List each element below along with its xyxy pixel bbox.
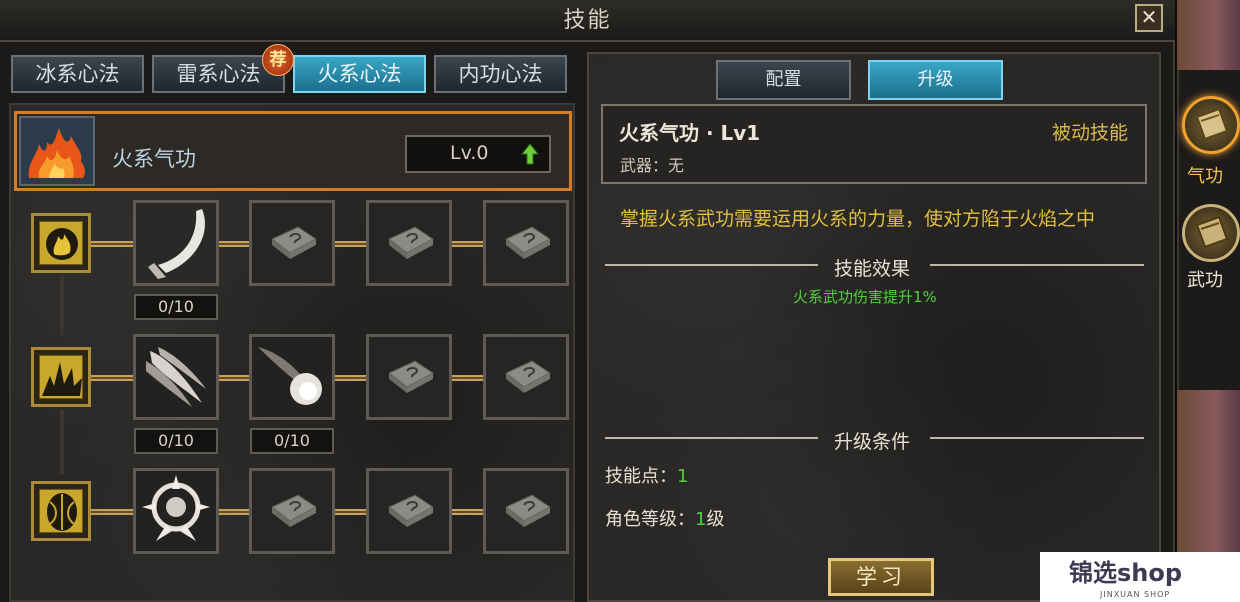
tree-connector-vertical bbox=[60, 410, 64, 475]
tab-upgrade[interactable]: 升级 bbox=[868, 60, 1003, 100]
shield-emblem-icon bbox=[31, 481, 91, 541]
tree-connector bbox=[219, 375, 249, 381]
title-bar: 技能 bbox=[0, 0, 1175, 42]
window-title: 技能 bbox=[563, 8, 612, 33]
side-tab-qigong[interactable] bbox=[1182, 96, 1240, 154]
section-divider bbox=[605, 437, 818, 439]
tree-connector-vertical bbox=[60, 275, 64, 335]
section-divider bbox=[930, 264, 1144, 266]
skill-level: Lv.0 bbox=[450, 142, 489, 164]
skill-points-counter: 0/10 bbox=[134, 428, 218, 454]
locked-book-icon[interactable] bbox=[249, 200, 335, 286]
recommend-badge: 荐 bbox=[262, 44, 294, 76]
requirement-value: 1 bbox=[695, 509, 707, 530]
flame-emblem-icon bbox=[31, 213, 91, 273]
fire-claw-skill-icon[interactable] bbox=[133, 334, 219, 420]
selected-skill-name: 火系气功 bbox=[112, 147, 196, 171]
close-button[interactable]: ✕ bbox=[1135, 4, 1163, 32]
locked-book-icon[interactable] bbox=[483, 200, 569, 286]
weapon-value: 无 bbox=[668, 156, 685, 175]
tab-fire-art[interactable]: 火系心法 bbox=[293, 55, 426, 93]
locked-book-icon[interactable] bbox=[483, 468, 569, 554]
tab-config[interactable]: 配置 bbox=[716, 60, 851, 100]
skill-description: 掌握火系武功需要运用火系的力量，使对方陷于火焰之中 bbox=[620, 208, 1096, 230]
requirement-label: 技能点： bbox=[605, 466, 677, 487]
requirements-section-title: 升级条件 bbox=[834, 431, 911, 453]
tree-connector bbox=[335, 241, 366, 247]
tree-connector bbox=[91, 375, 133, 381]
burst-rune-skill-icon[interactable] bbox=[133, 468, 219, 554]
tree-connector bbox=[91, 241, 133, 247]
tab-inner-art[interactable]: 内功心法 bbox=[434, 55, 567, 93]
effect-section-title: 技能效果 bbox=[834, 258, 911, 280]
learn-button[interactable]: 学习 bbox=[828, 558, 934, 596]
side-tab-label: 气功 bbox=[1187, 166, 1223, 187]
tree-connector bbox=[335, 375, 366, 381]
tab-ice-art[interactable]: 冰系心法 bbox=[11, 55, 144, 93]
locked-book-icon[interactable] bbox=[366, 200, 452, 286]
spike-emblem-icon bbox=[31, 347, 91, 407]
level-up-arrow-icon[interactable] bbox=[520, 143, 540, 165]
side-tab-label: 武功 bbox=[1187, 270, 1223, 291]
locked-book-icon[interactable] bbox=[366, 334, 452, 420]
tree-connector bbox=[452, 241, 483, 247]
section-divider bbox=[930, 437, 1144, 439]
weapon-requirement: 武器：无 bbox=[620, 152, 684, 176]
requirement-value: 1 bbox=[677, 466, 689, 487]
curved-blade-skill-icon[interactable] bbox=[133, 200, 219, 286]
tree-connector bbox=[452, 375, 483, 381]
tree-connector bbox=[219, 241, 249, 247]
skill-points-counter: 0/10 bbox=[134, 294, 218, 320]
requirement-label: 角色等级： bbox=[605, 509, 695, 530]
skill-type-label: 被动技能 bbox=[1052, 122, 1129, 144]
shop-watermark-subtitle: JINXUAN SHOP bbox=[1100, 590, 1171, 599]
tree-connector bbox=[91, 509, 133, 515]
locked-book-icon[interactable] bbox=[249, 468, 335, 554]
locked-book-icon[interactable] bbox=[483, 334, 569, 420]
fire-icon bbox=[19, 116, 95, 186]
tree-connector bbox=[335, 509, 366, 515]
skill-points-counter: 0/10 bbox=[250, 428, 334, 454]
tree-connector bbox=[219, 509, 249, 515]
requirement-character-level: 角色等级：1级 bbox=[605, 505, 724, 531]
section-divider bbox=[605, 264, 818, 266]
comet-skill-icon[interactable] bbox=[249, 334, 335, 420]
side-tab-martial[interactable] bbox=[1182, 204, 1240, 262]
requirement-skill-points: 技能点：1 bbox=[605, 462, 688, 488]
shop-watermark-name: 锦选shop bbox=[1069, 559, 1183, 587]
weapon-label: 武器： bbox=[620, 156, 669, 175]
skill-detail-title: 火系气功 · Lv1 bbox=[619, 121, 761, 145]
skill-effect-text: 火系武功伤害提升1% bbox=[793, 288, 937, 306]
tree-connector bbox=[452, 509, 483, 515]
locked-book-icon[interactable] bbox=[366, 468, 452, 554]
requirement-suffix: 级 bbox=[706, 509, 725, 530]
